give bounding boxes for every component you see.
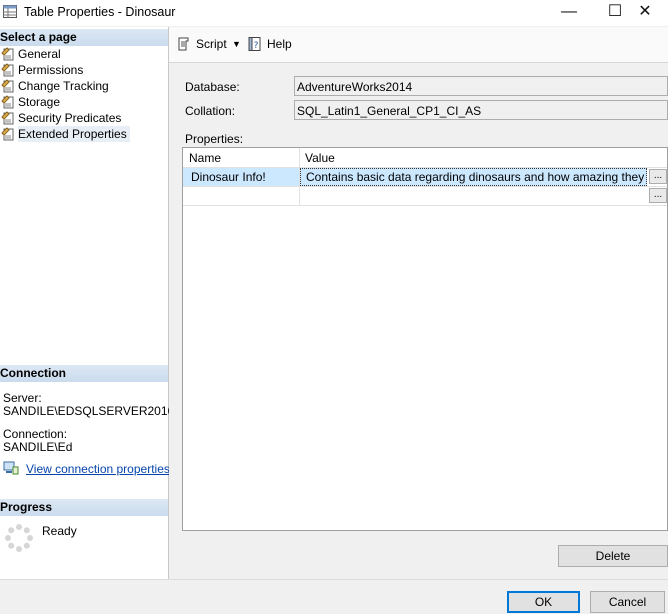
minimize-button[interactable]: — [546,0,592,26]
collation-label: Collation: [185,104,236,118]
sidebar-item-label: Extended Properties [18,126,130,142]
server-value: SANDILE\EDSQLSERVER2016 [3,404,175,418]
sidebar-item-extended-properties[interactable]: Extended Properties [0,126,168,142]
script-label: Script [196,37,227,51]
wrench-page-icon [1,63,14,77]
database-field[interactable]: AdventureWorks2014 [294,76,668,96]
cancel-button[interactable]: Cancel [590,591,665,613]
progress-header: Progress [0,499,168,516]
wrench-page-icon [1,111,14,125]
wrench-page-icon [1,79,14,93]
title-bar: Table Properties - Dinosaur — ☐ ✕ [0,0,668,26]
row-value-cell[interactable]: Contains basic data regarding dinosaurs … [300,168,647,186]
sidebar-item-storage[interactable]: Storage [0,94,168,110]
connection-header: Connection [0,365,168,382]
progress-spinner-icon [5,524,33,552]
script-icon [178,37,189,51]
button-bar: OK Cancel [0,579,668,614]
view-connection-properties-link[interactable]: View connection properties [26,462,170,476]
column-header-value[interactable]: Value [305,149,335,167]
properties-label: Properties: [185,132,244,146]
close-icon: ✕ [638,3,652,20]
wrench-page-icon [1,47,14,61]
row-value-cell[interactable] [300,187,647,205]
row-divider [183,205,667,206]
sidebar-item-security-predicates[interactable]: Security Predicates [0,110,168,126]
sidebar-item-label: Change Tracking [18,79,109,93]
svg-text:?: ? [254,41,259,51]
left-pane: Select a page General Permissions Change T… [0,27,174,579]
maximize-icon: ☐ [607,3,623,20]
wrench-page-icon [1,127,14,141]
delete-button[interactable]: Delete [558,545,668,567]
sidebar-item-label: Security Predicates [18,111,122,125]
help-icon: ? [248,37,261,51]
sidebar-item-change-tracking[interactable]: Change Tracking [0,78,168,94]
sidebar-item-label: Permissions [18,63,84,77]
toolbar: Script ▼ ? Help [169,27,668,63]
ellipsis-button[interactable]: ... [649,169,667,184]
connection-value: SANDILE\Ed [3,440,73,454]
sidebar-item-permissions[interactable]: Permissions [0,62,168,78]
dropdown-arrow-icon[interactable]: ▼ [232,35,241,53]
connection-label: Connection: [3,427,68,441]
close-button[interactable]: ✕ [622,0,668,26]
database-label: Database: [185,80,240,94]
sidebar-item-general[interactable]: General [0,46,168,62]
select-page-header: Select a page [0,29,168,46]
progress-status: Ready [42,524,77,538]
collation-field[interactable]: SQL_Latin1_General_CP1_CI_AS [294,100,668,120]
table-icon [3,5,17,18]
sidebar-item-label: Storage [18,95,61,109]
wrench-page-icon [1,95,14,109]
sidebar-item-label: General [18,47,61,61]
connection-properties-icon [3,461,19,475]
server-label: Server: [3,391,42,405]
properties-grid[interactable]: Name Value Dinosaur Info! Contains basic… [182,147,668,531]
window-title: Table Properties - Dinosaur [24,5,176,19]
row-name-cell[interactable] [183,187,299,205]
minimize-icon: — [561,3,577,20]
help-label: Help [267,37,292,51]
ok-button[interactable]: OK [507,591,580,613]
column-header-name[interactable]: Name [189,149,221,167]
ellipsis-button[interactable]: ... [649,188,667,203]
row-name-cell[interactable]: Dinosaur Info! [183,168,299,186]
